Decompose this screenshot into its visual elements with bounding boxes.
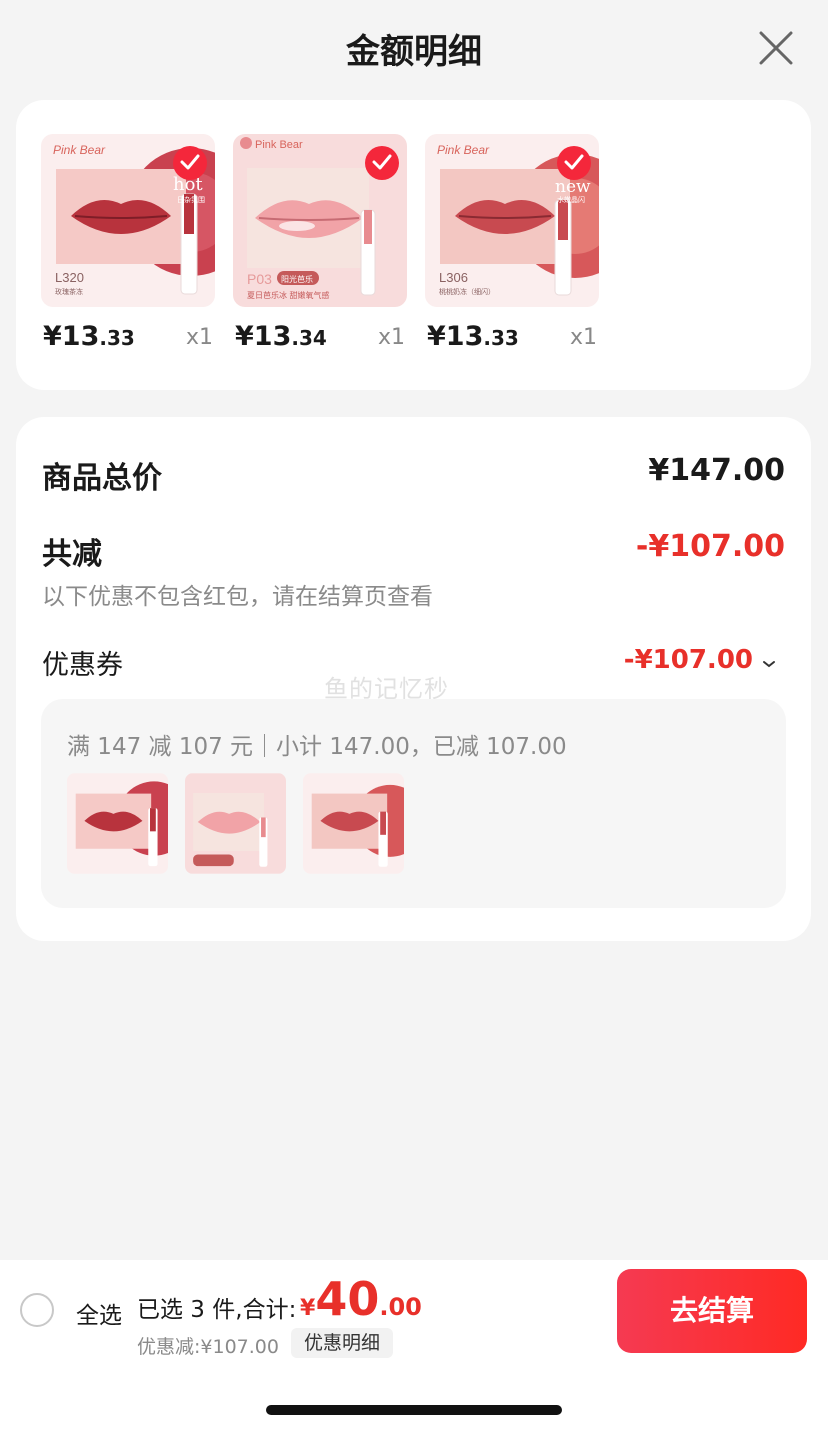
reduction-value: -¥107.00 <box>635 529 785 564</box>
total-price-value: ¥147.00 <box>648 453 785 488</box>
reduction-label: 共减 <box>42 537 102 572</box>
shade-name: 玫瑰茶冻 <box>55 287 83 296</box>
shade-name: 夏日芭乐冰 甜嫩氧气感 <box>247 290 330 300</box>
product-quantity: x1 <box>185 325 213 350</box>
brand-label: Pink Bear <box>53 143 106 157</box>
sheet-header: 金额明细 <box>0 0 828 96</box>
coupon-product-thumb[interactable] <box>303 773 404 874</box>
reduction-note: 以下优惠不包含红包，请在结算页查看 <box>42 584 433 610</box>
coupon-label[interactable]: 优惠券 <box>42 643 123 682</box>
product-item[interactable]: Pink Bear hot 日杂氛围 L320 玫瑰茶冻 ¥13.33 x1 <box>41 134 215 361</box>
total-amount: ¥40.00 <box>300 1272 422 1326</box>
shade-name: 桃桃奶冻（细闪） <box>439 287 495 296</box>
product-tag: new <box>555 177 591 197</box>
home-indicator[interactable] <box>266 1405 562 1415</box>
home-indicator-area <box>0 1360 828 1433</box>
product-item[interactable]: Pink Bear new 水嫩晶闪 L306 桃桃奶冻（细闪） ¥13.33 … <box>425 134 599 361</box>
select-all-radio[interactable] <box>20 1293 54 1327</box>
shade-code: L306 <box>439 270 468 285</box>
product-image[interactable]: Pink Bear P03 阳光芭乐 夏日芭乐冰 甜嫩氧气感 <box>233 134 407 307</box>
product-item[interactable]: Pink Bear P03 阳光芭乐 夏日芭乐冰 甜嫩氧气感 ¥13.34 x1 <box>233 134 407 361</box>
page-title: 金额明细 <box>346 32 482 72</box>
brand-label: Pink Bear <box>437 143 490 157</box>
checkout-button[interactable]: 去结算 <box>617 1269 807 1353</box>
coupon-description: 满 147 减 107 元｜小计 147.00，已减 107.00 <box>67 734 567 760</box>
checked-icon[interactable] <box>557 146 591 180</box>
product-quantity: x1 <box>569 325 597 350</box>
product-price: ¥13.34 <box>235 321 327 352</box>
discount-detail-button[interactable]: 优惠明细 <box>291 1328 394 1358</box>
product-image[interactable]: Pink Bear hot 日杂氛围 L320 玫瑰茶冻 <box>41 134 215 307</box>
product-tag-sub: 日杂氛围 <box>177 195 205 204</box>
shade-code: L320 <box>55 270 84 285</box>
select-all-label[interactable]: 全选 <box>76 1296 122 1330</box>
product-quantity: x1 <box>377 325 405 350</box>
shade-badge: 阳光芭乐 <box>281 274 313 284</box>
product-tag-sub: 水嫩晶闪 <box>557 195 585 204</box>
price-summary-card: 商品总价 ¥147.00 共减 -¥107.00 以下优惠不包含红包，请在结算页… <box>16 417 811 941</box>
discount-text: 优惠减:¥107.00 <box>137 1336 279 1358</box>
chevron-down-icon[interactable] <box>761 655 777 668</box>
product-price: ¥13.33 <box>43 321 135 352</box>
total-price-label: 商品总价 <box>42 461 162 496</box>
brand-label: Pink Bear <box>255 139 303 151</box>
coupon-product-thumb[interactable] <box>67 773 168 874</box>
selected-count-text: 已选 3 件,合计: <box>137 1297 297 1323</box>
coupon-detail-box: 满 147 减 107 元｜小计 147.00，已减 107.00 <box>41 699 786 908</box>
checkout-bar: 全选 已选 3 件,合计: ¥40.00 优惠减:¥107.00 优惠明细 去结… <box>0 1260 828 1360</box>
checked-icon[interactable] <box>365 146 399 180</box>
product-image[interactable]: Pink Bear new 水嫩晶闪 L306 桃桃奶冻（细闪） <box>425 134 599 307</box>
product-price: ¥13.33 <box>427 321 519 352</box>
product-list-card: Pink Bear hot 日杂氛围 L320 玫瑰茶冻 ¥13.33 x1 P… <box>16 100 811 390</box>
shade-code: P03 <box>247 271 272 287</box>
coupon-product-thumb[interactable] <box>185 773 286 874</box>
coupon-value[interactable]: -¥107.00 <box>624 645 753 675</box>
close-icon[interactable] <box>758 30 794 66</box>
checked-icon[interactable] <box>173 146 207 180</box>
